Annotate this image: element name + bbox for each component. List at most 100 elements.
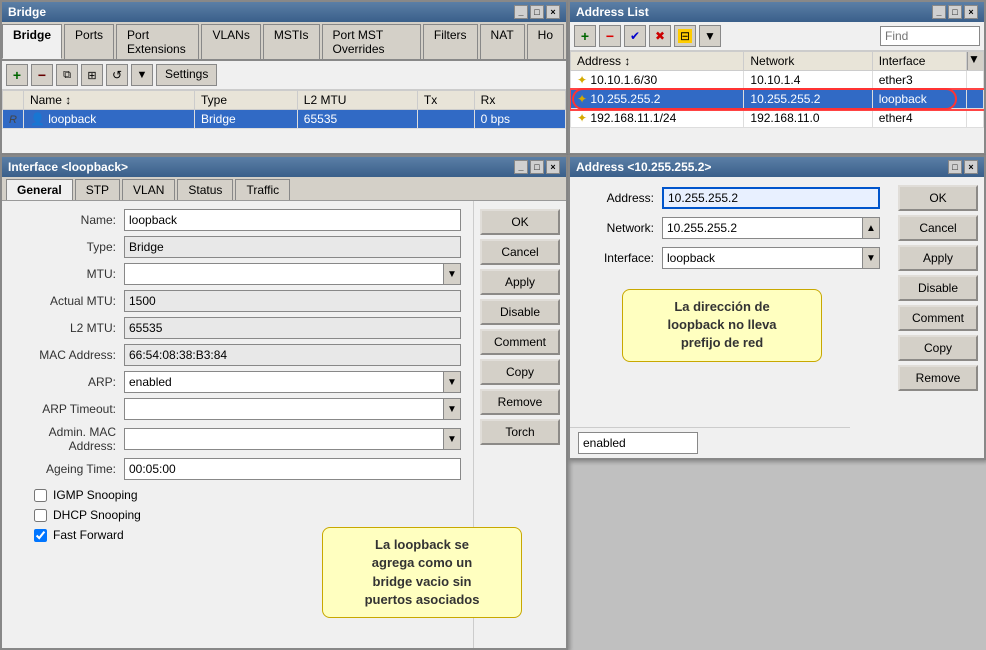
addr-comment-button[interactable]: Comment: [898, 305, 978, 331]
admin-mac-input[interactable]: [124, 428, 443, 450]
apply-button[interactable]: Apply: [480, 269, 560, 295]
addr-col-network[interactable]: Network: [744, 52, 872, 71]
mac-input[interactable]: [124, 344, 461, 366]
igmp-checkbox[interactable]: [34, 489, 47, 502]
person-icon: 👤: [30, 112, 45, 126]
col-type[interactable]: Type: [194, 91, 297, 110]
tab-stp[interactable]: STP: [75, 179, 120, 200]
addr-row-scroll-cell: [967, 109, 984, 128]
fast-forward-checkbox[interactable]: [34, 529, 47, 542]
tab-status[interactable]: Status: [177, 179, 233, 200]
comment-button[interactable]: Comment: [480, 329, 560, 355]
addr-enable-button[interactable]: ✔: [624, 25, 646, 47]
addr-remove-button[interactable]: −: [599, 25, 621, 47]
arp-arrow-button[interactable]: ▼: [443, 371, 461, 393]
fast-forward-label[interactable]: Fast Forward: [53, 528, 124, 542]
addr-apply-button[interactable]: Apply: [898, 245, 978, 271]
addr-col-address[interactable]: Address ↕: [571, 52, 744, 71]
addr-disable-button[interactable]: Disable: [898, 275, 978, 301]
tab-ho[interactable]: Ho: [527, 24, 564, 59]
addr-network-arrow-button[interactable]: ▲: [862, 217, 880, 239]
col-l2mtu[interactable]: L2 MTU: [297, 91, 417, 110]
cancel-button[interactable]: Cancel: [480, 239, 560, 265]
l2mtu-input[interactable]: [124, 317, 461, 339]
addr-list-minimize-button[interactable]: _: [932, 5, 946, 19]
copy-button[interactable]: ⧉: [56, 64, 78, 86]
reset-button[interactable]: ↺: [106, 64, 128, 86]
addr-network-input[interactable]: [662, 217, 862, 239]
iface-maximize-button[interactable]: □: [530, 160, 544, 174]
remove-button[interactable]: Remove: [480, 389, 560, 415]
addr-copy-button[interactable]: ⊟: [674, 25, 696, 47]
bridge-minimize-button[interactable]: _: [514, 5, 528, 19]
tab-bridge[interactable]: Bridge: [2, 24, 62, 59]
col-name[interactable]: Name ↕: [23, 91, 194, 110]
type-input[interactable]: [124, 236, 461, 258]
table-row[interactable]: ✦ 10.255.255.2 10.255.255.2 loopback: [571, 90, 984, 109]
addr-interface-arrow-button[interactable]: ▼: [862, 247, 880, 269]
bridge-window-body: Bridge Ports Port Extensions VLANs MSTIs…: [2, 22, 566, 153]
col-rx[interactable]: Rx: [474, 91, 565, 110]
addr-add-button[interactable]: +: [574, 25, 596, 47]
ok-button[interactable]: OK: [480, 209, 560, 235]
tab-filters[interactable]: Filters: [423, 24, 478, 59]
arp-timeout-input[interactable]: [124, 398, 443, 420]
table-row[interactable]: ✦ 192.168.11.1/24 192.168.11.0 ether4: [571, 109, 984, 128]
igmp-label[interactable]: IGMP Snooping: [53, 488, 138, 502]
addr-disable-button[interactable]: ✖: [649, 25, 671, 47]
col-tx[interactable]: Tx: [417, 91, 474, 110]
addr-col-interface[interactable]: Interface: [872, 52, 966, 71]
dhcp-label[interactable]: DHCP Snooping: [53, 508, 141, 522]
paste-button[interactable]: ⊞: [81, 64, 103, 86]
arp-input[interactable]: [124, 371, 443, 393]
remove-button[interactable]: −: [31, 64, 53, 86]
actual-mtu-input[interactable]: [124, 290, 461, 312]
settings-button[interactable]: Settings: [156, 64, 217, 86]
addr-detail-maximize-button[interactable]: □: [948, 160, 962, 174]
filter-button[interactable]: ▼: [131, 64, 153, 86]
tab-general[interactable]: General: [6, 179, 73, 200]
addr-copy-button[interactable]: Copy: [898, 335, 978, 361]
table-row[interactable]: ✦ 10.10.1.6/30 10.10.1.4 ether3: [571, 71, 984, 90]
addr-address-input[interactable]: [662, 187, 880, 209]
tab-port-extensions[interactable]: Port Extensions: [116, 24, 199, 59]
addr-tooltip-bubble: La dirección deloopback no llevaprefijo …: [622, 289, 822, 362]
disable-button[interactable]: Disable: [480, 299, 560, 325]
torch-button[interactable]: Torch: [480, 419, 560, 445]
addr-list-toolbar: + − ✔ ✖ ⊟ ▼: [570, 22, 984, 51]
addr-search-input[interactable]: [880, 26, 980, 46]
admin-mac-arrow-button[interactable]: ▼: [443, 428, 461, 450]
bridge-close-button[interactable]: ×: [546, 5, 560, 19]
tab-vlan[interactable]: VLAN: [122, 179, 175, 200]
addr-row-address: ✦ 192.168.11.1/24: [571, 109, 744, 128]
arp-timeout-arrow-button[interactable]: ▼: [443, 398, 461, 420]
tab-nat[interactable]: NAT: [480, 24, 525, 59]
addr-ok-button[interactable]: OK: [898, 185, 978, 211]
iface-minimize-button[interactable]: _: [514, 160, 528, 174]
mtu-arrow-button[interactable]: ▼: [443, 263, 461, 285]
addr-remove-button[interactable]: Remove: [898, 365, 978, 391]
addr-list-maximize-button[interactable]: □: [948, 5, 962, 19]
addr-detail-close-button[interactable]: ×: [964, 160, 978, 174]
iface-main-layout: General STP VLAN Status Traffic Name: Ty…: [2, 177, 566, 648]
table-row[interactable]: R 👤 loopback Bridge 65535 0 bps: [3, 110, 566, 129]
addr-interface-input[interactable]: [662, 247, 862, 269]
mtu-input[interactable]: [124, 263, 443, 285]
tab-vlans[interactable]: VLANs: [201, 24, 260, 59]
addr-filter-button[interactable]: ▼: [699, 25, 721, 47]
addr-cancel-button[interactable]: Cancel: [898, 215, 978, 241]
address-list-window: Address List _ □ × + − ✔ ✖ ⊟ ▼: [568, 0, 986, 155]
dhcp-checkbox[interactable]: [34, 509, 47, 522]
name-input[interactable]: [124, 209, 461, 231]
tab-port-mst-overrides[interactable]: Port MST Overrides: [322, 24, 421, 59]
tab-mstis[interactable]: MSTIs: [263, 24, 320, 59]
tab-ports[interactable]: Ports: [64, 24, 114, 59]
addr-list-close-button[interactable]: ×: [964, 5, 978, 19]
ageing-input[interactable]: [124, 458, 461, 480]
tab-traffic[interactable]: Traffic: [235, 179, 290, 200]
add-button[interactable]: +: [6, 64, 28, 86]
addr-status-input[interactable]: [578, 432, 698, 454]
bridge-maximize-button[interactable]: □: [530, 5, 544, 19]
copy-button[interactable]: Copy: [480, 359, 560, 385]
iface-close-button[interactable]: ×: [546, 160, 560, 174]
